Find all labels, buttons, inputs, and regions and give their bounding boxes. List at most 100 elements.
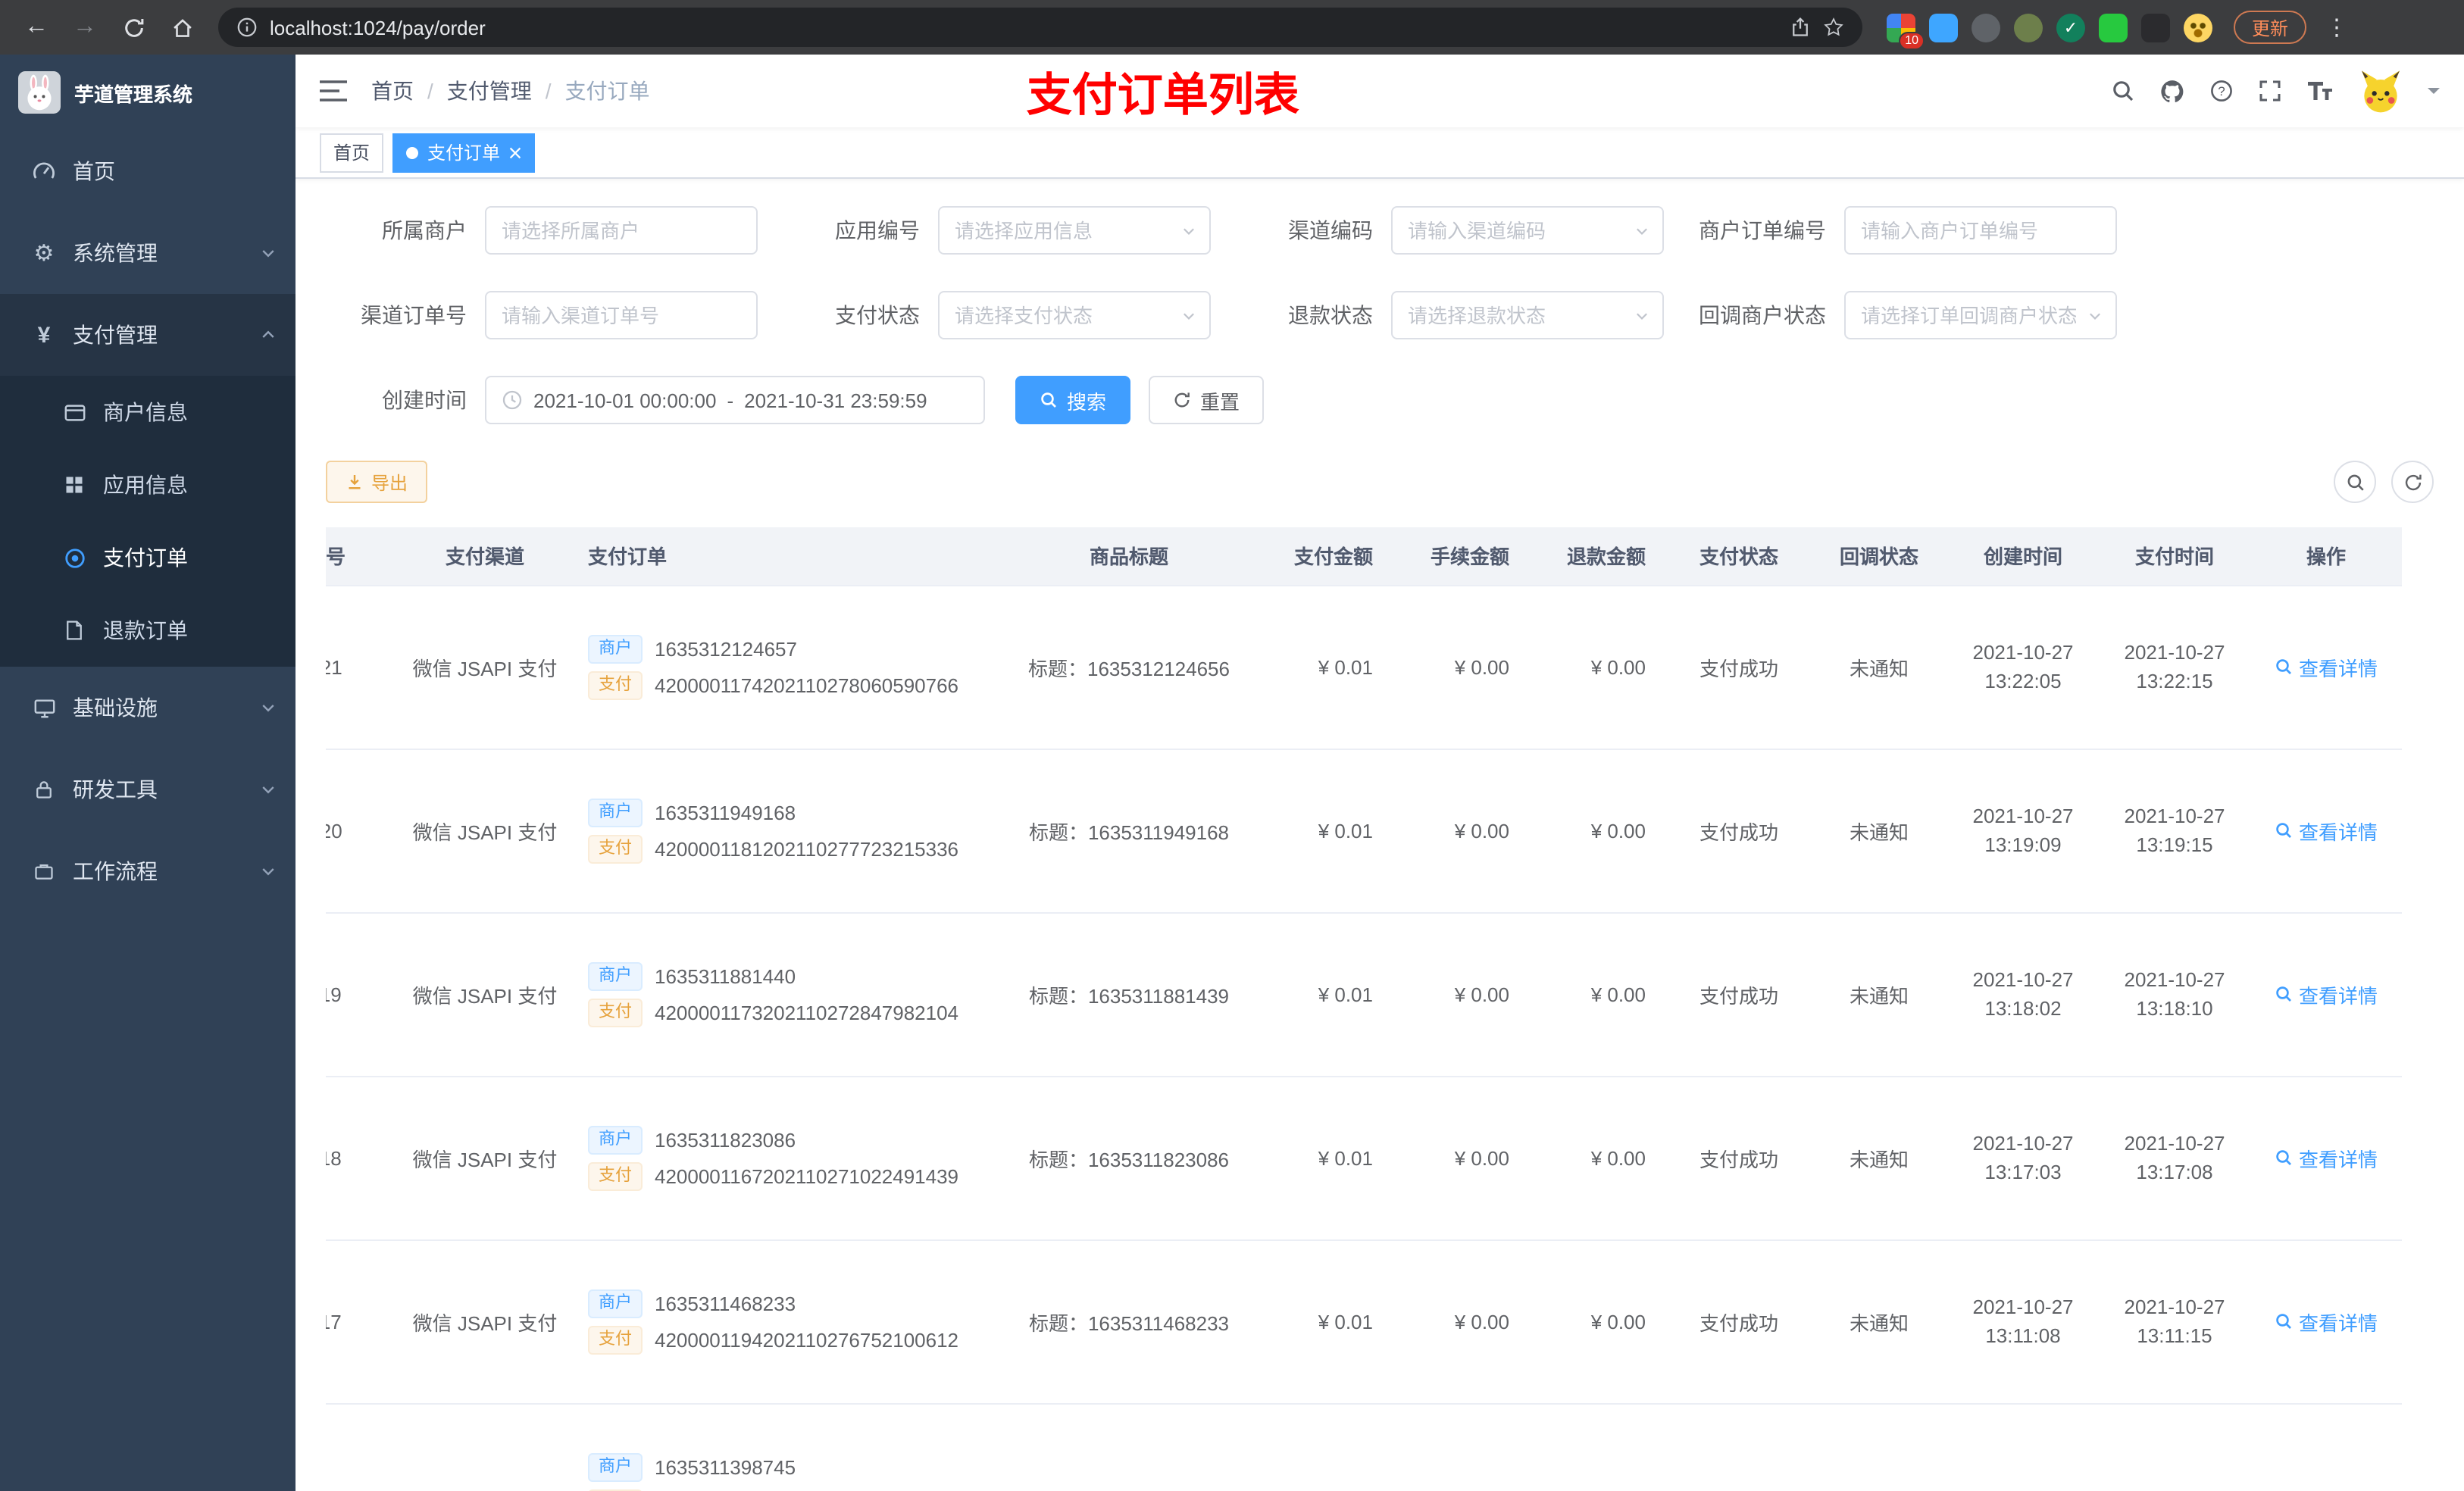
breadcrumb-home[interactable]: 首页 (371, 76, 414, 106)
view-detail-link[interactable]: 查看详情 (2275, 980, 2378, 1008)
pay-amount: ¥ 0.01 (1258, 749, 1394, 913)
fee-amount: ¥ 0.00 (1394, 749, 1531, 913)
sidebar-item-home[interactable]: 首页 (0, 130, 295, 212)
refund-status-select[interactable] (1391, 291, 1664, 339)
order-id: 121 (326, 585, 394, 749)
sidebar-item-app-info[interactable]: 应用信息 (0, 449, 295, 521)
tab-pay-order[interactable]: 支付订单 (392, 133, 536, 172)
app-title: 芋道管理系统 (74, 83, 193, 105)
filter-notify-status: 回调商户状态 (1685, 291, 2117, 339)
sidebar-item-merchant-info[interactable]: 商户信息 (0, 376, 295, 449)
hamburger-icon[interactable] (320, 80, 347, 102)
view-detail-link[interactable]: 查看详情 (2275, 1143, 2378, 1172)
search-button[interactable]: 搜索 (1015, 376, 1131, 424)
forward-icon[interactable]: → (64, 6, 106, 48)
date-separator: - (727, 389, 734, 411)
merchant-input[interactable] (485, 206, 758, 255)
product-title: 标题：1635311823086 (1000, 1076, 1258, 1240)
github-icon[interactable] (2159, 78, 2185, 104)
filter-app: 应用编号 (779, 206, 1211, 255)
order-id: 120 (326, 749, 394, 913)
fullscreen-icon[interactable] (2258, 79, 2282, 103)
breadcrumb-pay-mgmt[interactable]: 支付管理 (447, 76, 532, 106)
extension-puzzle-icon[interactable] (2141, 13, 2170, 42)
share-icon[interactable] (1790, 17, 1811, 38)
extension-grid-icon[interactable]: 10 (1887, 13, 1925, 49)
user-avatar[interactable] (2358, 68, 2403, 114)
avatar-caret-icon[interactable] (2428, 88, 2440, 100)
fee-amount: ¥ 0.00 (1394, 912, 1531, 1077)
export-button[interactable]: 导出 (326, 461, 428, 503)
url-text: localhost:1024/pay/order (270, 16, 486, 39)
product-title (1000, 1403, 1258, 1491)
sidebar-item-workflow[interactable]: 工作流程 (0, 830, 295, 912)
filter-label: 商户订单编号 (1699, 218, 1826, 242)
extension-gray-icon[interactable] (1972, 13, 2000, 42)
extension-olive-icon[interactable] (2014, 13, 2043, 42)
pay-status (1667, 1403, 1811, 1491)
pay-channel: 微信 JSAPI 支付 (394, 749, 576, 913)
extension-check-icon[interactable]: ✓ (2056, 13, 2085, 42)
search-icon[interactable] (2111, 79, 2135, 103)
tab-home[interactable]: 首页 (320, 133, 384, 172)
sidebar-item-pay[interactable]: ¥ 支付管理 (0, 294, 295, 376)
bookmark-star-icon[interactable] (1823, 17, 1844, 38)
view-detail-link[interactable]: 查看详情 (2275, 816, 2378, 845)
channel-code-select[interactable] (1391, 206, 1664, 255)
chevron-down-icon (1180, 307, 1197, 324)
profile-avatar-icon[interactable] (2184, 13, 2212, 42)
tags-view: 首页 支付订单 (295, 127, 2464, 179)
channel-no: 4200001173202110272847982104 (655, 1001, 959, 1024)
create-time (1947, 1403, 2099, 1491)
sidebar-item-devtools[interactable]: 研发工具 (0, 749, 295, 830)
order-id: 118 (326, 1076, 394, 1240)
close-icon[interactable] (509, 146, 521, 158)
sidebar-item-system[interactable]: ⚙ 系统管理 (0, 212, 295, 294)
view-detail-link[interactable]: 查看详情 (2275, 1307, 2378, 1336)
create-time: 2021-10-27 13:11:08 (1947, 1239, 2099, 1404)
refund-amount: ¥ 0.00 (1531, 1239, 1667, 1404)
sidebar-item-refund-order[interactable]: 退款订单 (0, 594, 295, 667)
chrome-update-button[interactable]: 更新 (2234, 11, 2307, 44)
browser-toolbar: ← → localhost:1024/pay/order 10 ✓ 更新 ⋮ (0, 0, 2464, 55)
col-pay-order: 支付订单 (576, 527, 1000, 586)
site-info-icon[interactable] (236, 17, 258, 38)
pay-amount: ¥ 0.01 (1258, 585, 1394, 749)
notify-status: 未通知 (1811, 749, 1947, 913)
pay-time: 2021-10-27 13:22:15 (2099, 585, 2250, 749)
notify-status: 未通知 (1811, 1076, 1947, 1240)
table-row: 120 微信 JSAPI 支付 商户 1635311949168 支付 420000… (326, 749, 2402, 913)
browser-menu-icon[interactable]: ⋮ (2325, 14, 2349, 41)
font-size-icon[interactable] (2306, 80, 2334, 102)
filter-label: 所属商户 (382, 218, 467, 242)
home-icon[interactable] (161, 6, 203, 48)
card-icon (61, 401, 88, 424)
col-notify: 回调状态 (1811, 527, 1947, 586)
product-title: 标题：1635311949168 (1000, 749, 1258, 913)
view-detail-link[interactable]: 查看详情 (2275, 652, 2378, 681)
channel-order-no-input[interactable] (485, 291, 758, 339)
extension-green-icon[interactable] (2099, 13, 2128, 42)
merchant-order-no-input[interactable] (1844, 206, 2117, 255)
create-time: 2021-10-27 13:22:05 (1947, 585, 2099, 749)
toggle-search-icon[interactable] (2334, 461, 2376, 503)
help-icon[interactable]: ? (2209, 79, 2234, 103)
merchant-tag: 商户 (588, 634, 643, 663)
back-icon[interactable]: ← (15, 6, 58, 48)
grid-icon (61, 474, 88, 495)
refresh-table-icon[interactable] (2391, 461, 2434, 503)
reset-button[interactable]: 重置 (1149, 376, 1265, 424)
chevron-down-icon (259, 780, 277, 799)
pay-status-select[interactable] (938, 291, 1211, 339)
chevron-down-icon (1634, 222, 1650, 239)
sidebar-item-infra[interactable]: 基础设施 (0, 667, 295, 749)
chevron-down-icon (259, 699, 277, 717)
extension-blue-icon[interactable] (1929, 13, 1958, 42)
app-select[interactable] (938, 206, 1211, 255)
sidebar-item-pay-order[interactable]: 支付订单 (0, 521, 295, 594)
url-bar[interactable]: localhost:1024/pay/order (218, 8, 1862, 47)
col-title: 商品标题 (1000, 527, 1258, 586)
date-range-picker[interactable]: 2021-10-01 00:00:00 - 2021-10-31 23:59:5… (485, 376, 985, 424)
refresh-icon[interactable] (112, 6, 155, 48)
notify-status-select[interactable] (1844, 291, 2117, 339)
